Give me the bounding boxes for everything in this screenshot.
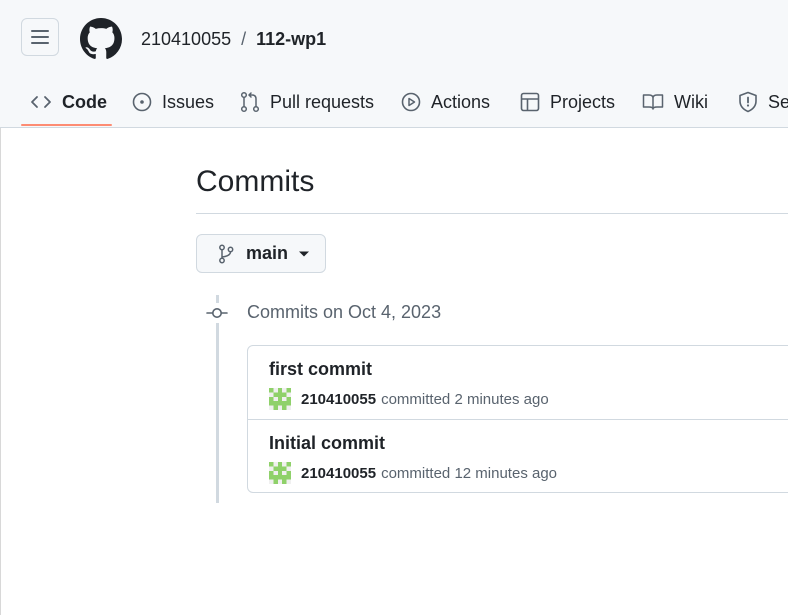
commit-timeline xyxy=(216,295,219,503)
github-logo-icon[interactable] xyxy=(80,18,122,60)
tab-label: Wiki xyxy=(674,91,708,112)
window-left-edge xyxy=(0,127,1,615)
avatar[interactable] xyxy=(269,462,291,484)
git-branch-icon xyxy=(219,244,234,263)
tab-label: Pull requests xyxy=(270,91,375,112)
repo-name-link[interactable]: 112-wp1 xyxy=(256,29,326,49)
table-icon xyxy=(520,92,540,112)
commit-meta: 210410055 committed 2 minutes ago xyxy=(269,388,549,410)
tab-label: Code xyxy=(62,91,107,112)
tab-label: Se xyxy=(768,91,788,112)
commit-message-link[interactable]: first commit xyxy=(269,359,372,380)
commits-date-heading: Commits on Oct 4, 2023 xyxy=(247,302,442,322)
repo-header: 210410055 / 112-wp1 Code Issues Pull reque… xyxy=(0,0,788,128)
commit-author-link[interactable]: 210410055 xyxy=(301,465,376,482)
breadcrumb: 210410055 / 112-wp1 xyxy=(141,28,326,50)
tab-security[interactable]: Se xyxy=(738,78,788,126)
commit-time: committed 12 minutes ago xyxy=(381,464,558,482)
commit-meta: 210410055 committed 12 minutes ago xyxy=(269,462,557,484)
commit-author-link[interactable]: 210410055 xyxy=(301,391,376,408)
commit-row: Initial commit 210410055 committed 12 mi… xyxy=(248,419,788,492)
issue-opened-icon xyxy=(132,92,152,112)
active-tab-indicator xyxy=(21,124,112,126)
tab-actions[interactable]: Actions xyxy=(401,78,490,126)
hamburger-icon xyxy=(31,30,49,44)
commit-row: first commit 210410055 committed 2 minut… xyxy=(248,346,788,419)
tab-wiki[interactable]: Wiki xyxy=(642,78,708,126)
breadcrumb-separator: / xyxy=(241,29,247,49)
tab-label: Issues xyxy=(162,91,215,112)
git-pull-request-icon xyxy=(240,91,260,113)
shield-icon xyxy=(739,91,757,113)
repo-owner-link[interactable]: 210410055 xyxy=(141,29,231,49)
commit-time: committed 2 minutes ago xyxy=(381,390,549,408)
tab-issues[interactable]: Issues xyxy=(132,78,214,126)
avatar[interactable] xyxy=(269,388,291,410)
global-menu-button[interactable] xyxy=(21,18,59,56)
commit-message-link[interactable]: Initial commit xyxy=(269,433,385,454)
branch-name: main xyxy=(246,243,289,263)
code-icon xyxy=(31,96,51,108)
commit-list: first commit 210410055 committed 2 minut… xyxy=(247,345,788,493)
tab-projects[interactable]: Projects xyxy=(520,78,615,126)
repo-tabs: Code Issues Pull requests Actions Projec… xyxy=(0,78,788,127)
tab-code[interactable]: Code xyxy=(30,78,107,126)
tab-label: Actions xyxy=(431,91,491,112)
chevron-down-icon xyxy=(299,251,310,256)
title-divider xyxy=(196,213,788,214)
git-commit-icon xyxy=(206,303,228,323)
page-title: Commits xyxy=(196,165,315,198)
play-icon xyxy=(401,92,421,112)
branch-selector-button[interactable]: main xyxy=(196,234,326,273)
book-icon xyxy=(642,94,664,110)
tab-label: Projects xyxy=(550,91,616,112)
tab-pull-requests[interactable]: Pull requests xyxy=(240,78,374,126)
